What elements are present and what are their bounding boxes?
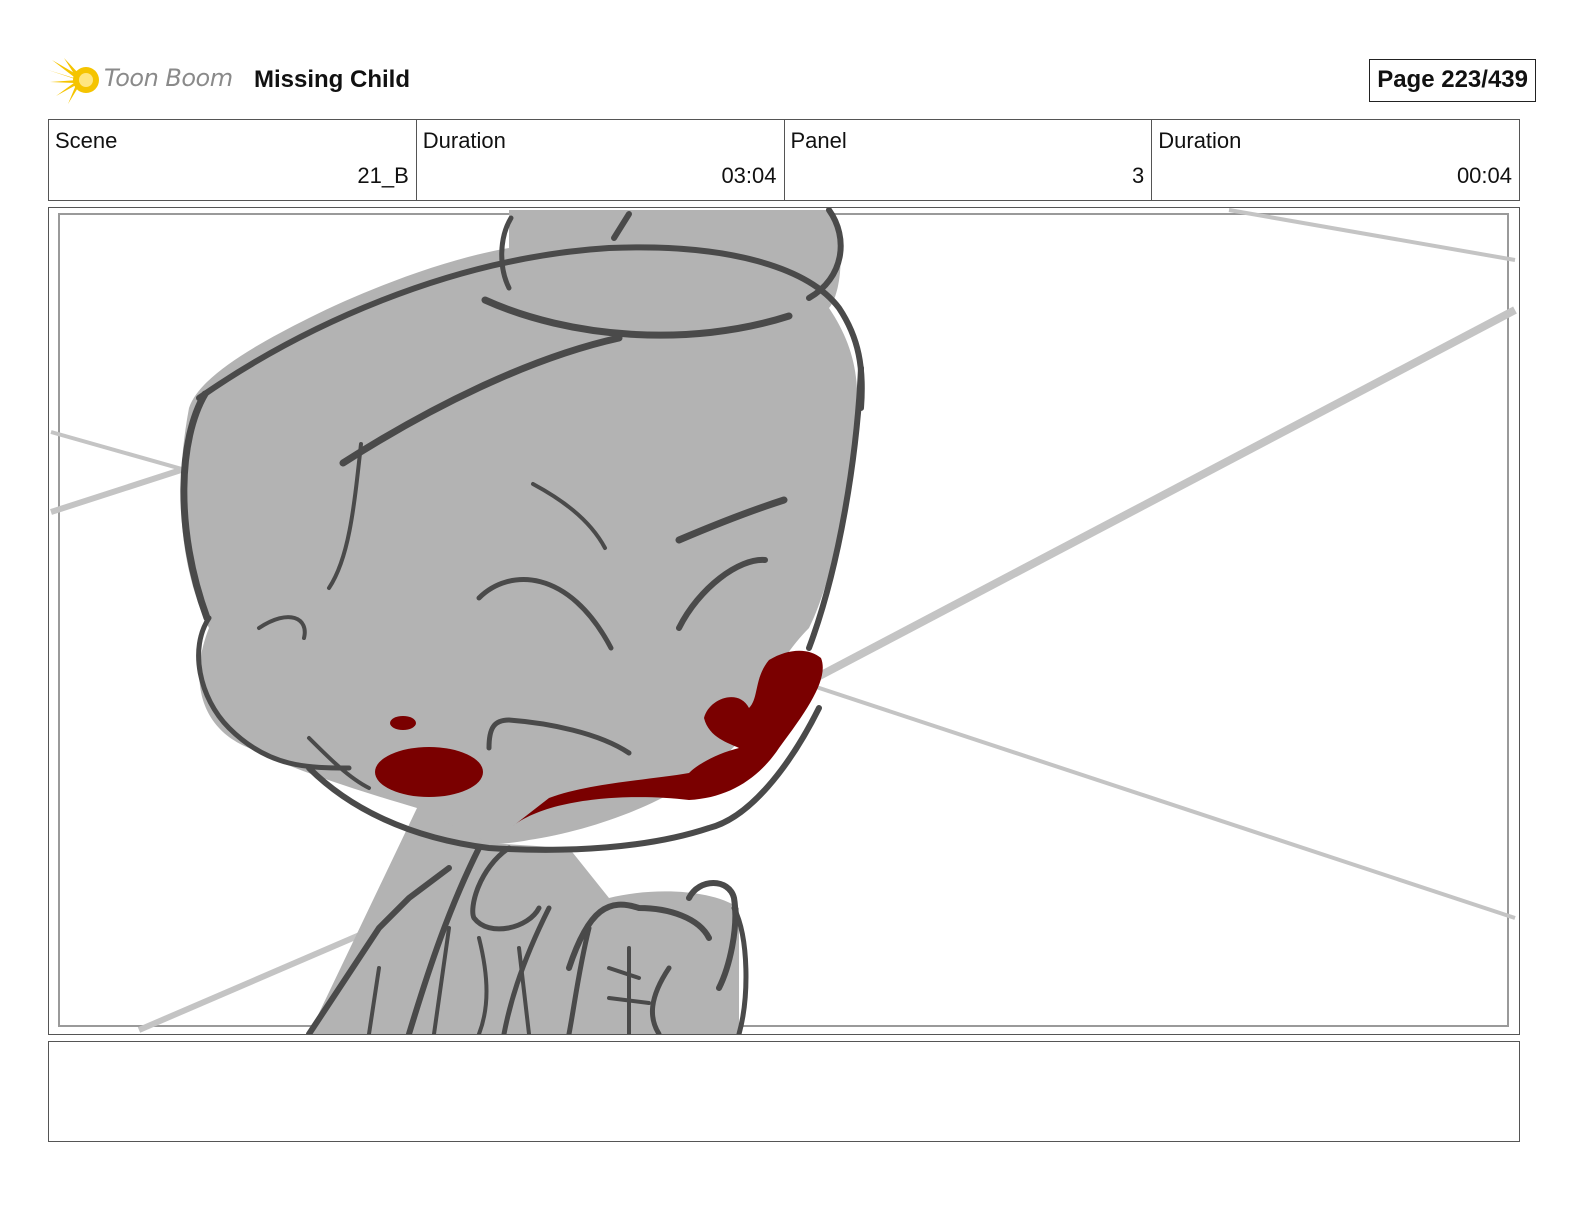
page-number: Page 223/439 xyxy=(1369,59,1536,102)
panel-value: 3 xyxy=(1132,163,1145,188)
character-body xyxy=(180,210,858,1034)
panel-duration-label: Duration xyxy=(1158,128,1242,153)
scene-duration-label: Duration xyxy=(422,128,506,153)
panel-drawing xyxy=(50,208,1517,1034)
scene-value: 21_B xyxy=(357,163,409,188)
project-title: Missing Child xyxy=(254,66,410,93)
storyboard-header: Toon Boom Missing Child Page 223/439 xyxy=(48,56,1536,106)
scene-duration-value: 03:04 xyxy=(721,163,777,188)
panel-label: Panel xyxy=(790,128,847,153)
toon-boom-logo: Toon Boom xyxy=(48,56,248,106)
scene-cell: Scene 21_B xyxy=(49,120,417,200)
storyboard-panel-image xyxy=(48,207,1520,1035)
logo-text: Toon Boom xyxy=(104,64,233,92)
scene-duration-cell: Duration 03:04 xyxy=(417,120,785,200)
panel-cell: Panel 3 xyxy=(785,120,1153,200)
panel-duration-value: 00:04 xyxy=(1456,163,1512,188)
scene-info-table: Scene 21_B Duration 03:04 Panel 3 Durati… xyxy=(48,119,1520,201)
panel-notes-box xyxy=(48,1041,1520,1142)
scene-label: Scene xyxy=(55,128,118,153)
panel-duration-cell: Duration 00:04 xyxy=(1152,120,1519,200)
sunburst-icon xyxy=(48,58,99,104)
